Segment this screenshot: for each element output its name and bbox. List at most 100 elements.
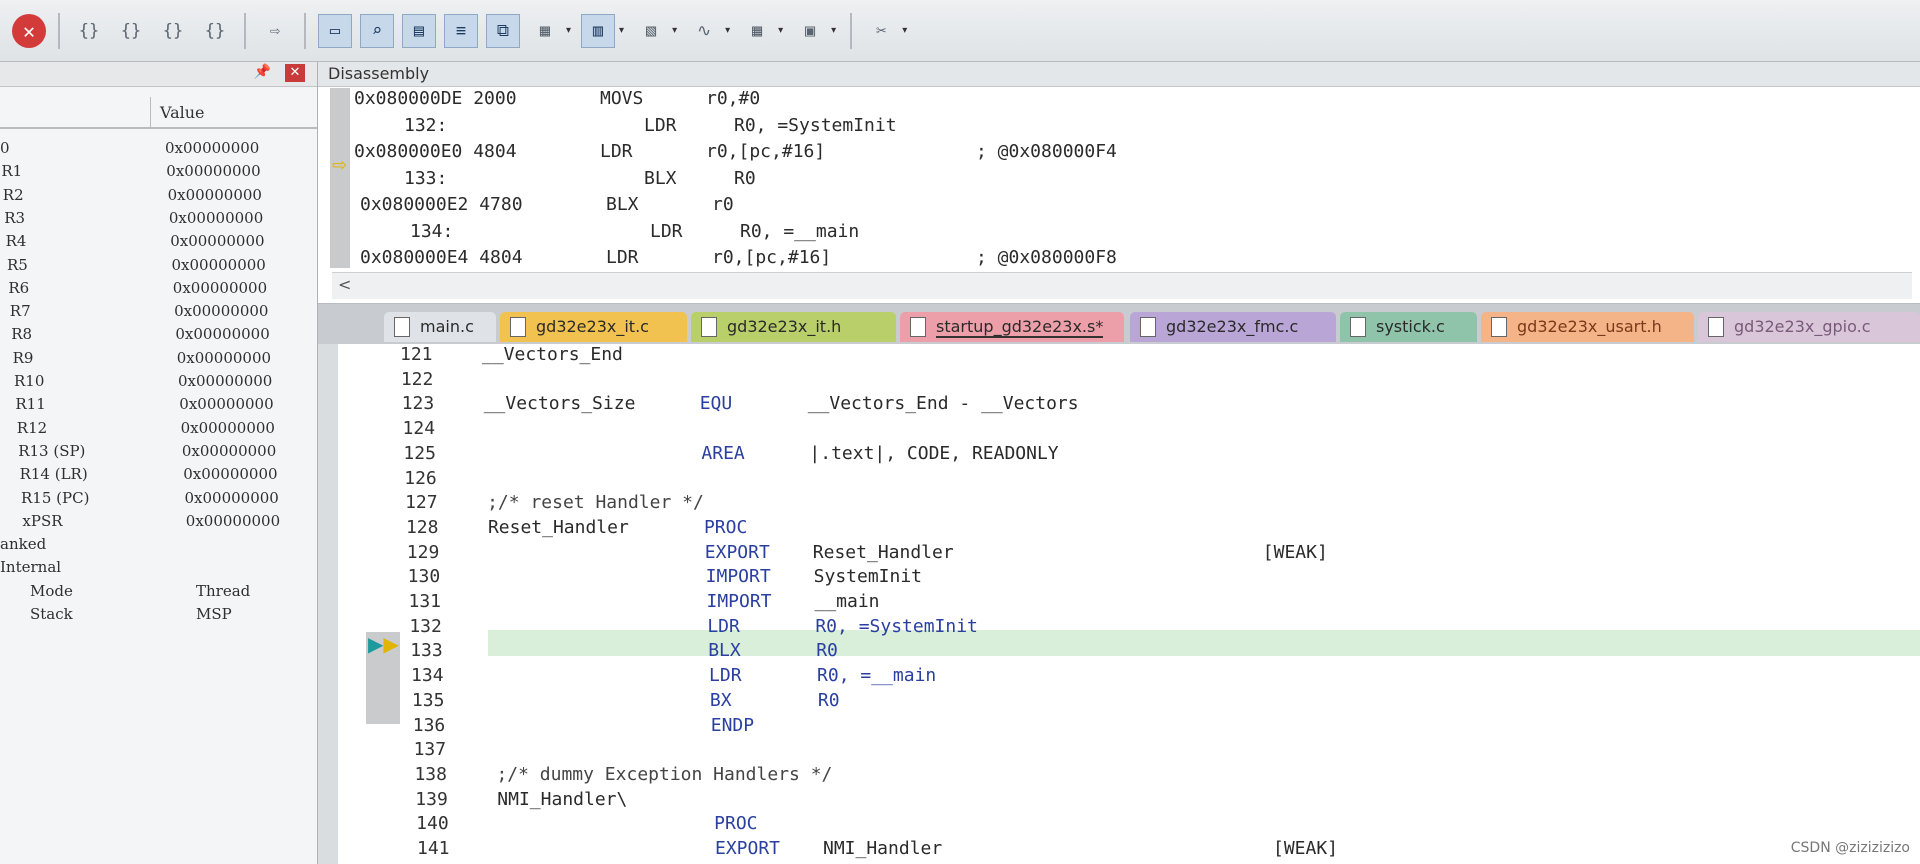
code-line[interactable]: 140 PROC <box>338 813 1920 838</box>
code-editor[interactable]: ▶▶ 121 __Vectors_End 122 123 __Vectors_Size E… <box>338 344 1920 864</box>
column-divider[interactable] <box>150 97 151 127</box>
code-line[interactable]: 126 <box>338 468 1920 493</box>
register-row[interactable]: R3 0x00000000 <box>0 207 318 230</box>
show-next-statement-icon[interactable]: ⇨ <box>258 14 292 48</box>
register-row[interactable]: R11 0x00000000 <box>0 393 318 416</box>
code-line[interactable]: 125 AREA |.text|, CODE, READONLY <box>338 443 1920 468</box>
tab-main-c[interactable]: main.c <box>384 312 496 342</box>
command-window-icon[interactable]: ▭ <box>318 13 352 48</box>
code-line[interactable]: 133 BLX R0 <box>338 640 1920 665</box>
code-line[interactable]: 135 BX R0 <box>338 690 1920 715</box>
line-number: 123 <box>401 393 435 415</box>
register-row[interactable]: R2 0x00000000 <box>0 184 318 207</box>
editor-tab-bar: main.c gd32e23x_it.c gd32e23x_it.h startup_… <box>318 304 1920 344</box>
code-line[interactable]: 131 IMPORT __main <box>338 591 1920 616</box>
disassembly-line[interactable]: 0x080000DE 2000 MOVS r0,#0 <box>354 88 1914 114</box>
register-row[interactable]: R7 0x00000000 <box>0 300 318 323</box>
tab-gd32e23x-it-c[interactable]: gd32e23x_it.c <box>500 312 687 342</box>
code-line[interactable]: 128 Reset_Handler PROC <box>338 517 1920 542</box>
register-row[interactable]: R12 0x00000000 <box>0 417 318 440</box>
code-line[interactable]: 121 __Vectors_End <box>338 344 1920 369</box>
tab-gd32e23x-gpio-c[interactable]: gd32e23x_gpio.c <box>1698 312 1920 342</box>
register-row[interactable]: xPSR 0x00000000 <box>0 510 318 533</box>
code-line[interactable]: 130 IMPORT SystemInit <box>338 566 1920 591</box>
register-row[interactable]: R13 (SP) 0x00000000 <box>0 440 318 463</box>
registers-window-icon[interactable]: ≡ <box>444 13 478 48</box>
dropdown-arrow-icon[interactable]: ▾ <box>778 25 783 36</box>
symbols-window-icon[interactable]: ▤ <box>402 13 436 48</box>
dropdown-arrow-icon[interactable]: ▾ <box>672 25 677 36</box>
tab-startup-gd32e23x-s-[interactable]: startup_gd32e23x.s* <box>900 312 1124 342</box>
system-viewer-icon[interactable]: ▣ <box>793 14 827 48</box>
code-line[interactable]: 139 NMI_Handler\ <box>338 789 1920 814</box>
code-directive: IMPORT <box>706 591 772 612</box>
step-into-icon[interactable]: {} <box>72 14 106 48</box>
close-icon[interactable]: ✕ <box>285 64 305 82</box>
disassembly-line[interactable]: 0x080000E4 4804 LDR r0,[pc,#16] ; @0x080000… <box>354 247 1914 272</box>
register-row[interactable]: R10 0x00000000 <box>0 370 318 393</box>
step-over-icon[interactable]: {} <box>114 14 148 48</box>
code-line[interactable]: 127 ;/* reset Handler */ <box>338 492 1920 517</box>
code-line[interactable]: 134 LDR R0, =__main <box>338 665 1920 690</box>
register-row[interactable]: R1 0x00000000 <box>0 160 318 183</box>
dropdown-arrow-icon[interactable]: ▾ <box>619 25 624 36</box>
register-row[interactable]: R14 (LR) 0x00000000 <box>0 463 318 486</box>
register-row[interactable]: Stack MSP <box>0 603 318 626</box>
register-row[interactable]: R4 0x00000000 <box>0 230 318 253</box>
run-to-cursor-icon[interactable]: {} <box>198 14 232 48</box>
disassembly-panel: Disassembly ⇨ 0x080000DE 2000 MOVS r0,#0 13… <box>318 62 1920 304</box>
call-stack-icon[interactable]: ⧉ <box>486 13 520 48</box>
register-row[interactable]: R9 0x00000000 <box>0 347 318 370</box>
code-line[interactable]: 138 ;/* dummy Exception Handlers */ <box>338 764 1920 789</box>
register-row[interactable]: R5 0x00000000 <box>0 254 318 277</box>
trace-window-icon[interactable]: ▦ <box>740 14 774 48</box>
code-line[interactable]: 129 EXPORT Reset_Handler [WEAK] <box>338 542 1920 567</box>
disassembly-line[interactable]: 0x080000E0 4804 LDR r0,[pc,#16] ; @0x080000… <box>354 141 1914 167</box>
register-row[interactable]: R15 (PC) 0x00000000 <box>0 487 318 510</box>
register-row[interactable]: R8 0x00000000 <box>0 323 318 346</box>
register-row[interactable]: Internal <box>0 556 318 579</box>
memory-window-icon[interactable]: ▥ <box>581 13 616 48</box>
disassembly-window-icon[interactable]: ⌕ <box>360 13 394 48</box>
step-out-icon[interactable]: {} <box>156 14 190 48</box>
register-row[interactable]: R6 0x00000000 <box>0 277 318 300</box>
line-number: 129 <box>406 541 440 563</box>
disassembly-line[interactable]: 133: BLX R0 <box>354 168 1914 194</box>
analysis-window-icon[interactable]: ∿ <box>687 14 721 48</box>
dropdown-arrow-icon[interactable]: ▾ <box>725 25 730 36</box>
toolbox-icon[interactable]: ✂ <box>864 14 898 48</box>
code-label: NMI_Handler\ <box>497 788 628 810</box>
scroll-left-icon[interactable]: < <box>338 275 351 294</box>
register-row[interactable]: 0 0x00000000 <box>0 137 318 160</box>
disassembly-line[interactable]: 134: LDR R0, =__main <box>354 221 1914 247</box>
tab-systick-c[interactable]: systick.c <box>1340 312 1477 342</box>
dropdown-arrow-icon[interactable]: ▾ <box>566 25 571 36</box>
dropdown-arrow-icon[interactable]: ▾ <box>831 25 836 36</box>
register-row[interactable]: Mode Thread <box>0 580 318 603</box>
register-value: 0x00000000 <box>170 232 265 251</box>
value-column-header[interactable]: Value <box>160 103 205 122</box>
code-directive: EXPORT <box>704 541 770 563</box>
watch-window-icon[interactable]: ▦ <box>528 14 562 48</box>
register-row[interactable]: anked <box>0 533 318 556</box>
dropdown-arrow-icon[interactable]: ▾ <box>902 25 907 36</box>
disassembly-line[interactable]: 132: LDR R0, =SystemInit <box>354 115 1914 141</box>
code-line[interactable]: 132 LDR R0, =SystemInit <box>338 616 1920 641</box>
tab-gd32e23x-usart-h[interactable]: gd32e23x_usart.h <box>1481 312 1694 342</box>
disassembly-gutter[interactable] <box>330 88 350 268</box>
line-number: 135 <box>411 689 445 711</box>
code-line[interactable]: 137 <box>338 739 1920 764</box>
disassembly-line[interactable]: 0x080000E2 4780 BLX r0 <box>354 194 1914 220</box>
serial-window-icon[interactable]: ▧ <box>634 14 668 48</box>
pin-icon[interactable]: 📌 <box>254 64 271 80</box>
code-line[interactable]: 141 EXPORT NMI_Handler [WEAK] <box>338 838 1920 863</box>
code-line[interactable]: 123 __Vectors_Size EQU __Vectors_End - __Ve… <box>338 393 1920 418</box>
tab-gd32e23x-it-h[interactable]: gd32e23x_it.h <box>691 312 896 342</box>
disassembly-horizontal-scrollbar[interactable]: < <box>332 272 1912 299</box>
code-line[interactable]: 124 <box>338 418 1920 443</box>
tab-gd32e23x-fmc-c[interactable]: gd32e23x_fmc.c <box>1130 312 1336 342</box>
stop-icon[interactable]: ✕ <box>12 13 46 48</box>
line-number: 141 <box>417 838 450 859</box>
code-line[interactable]: 122 <box>338 369 1920 394</box>
code-line[interactable]: 136 ENDP <box>338 715 1920 740</box>
